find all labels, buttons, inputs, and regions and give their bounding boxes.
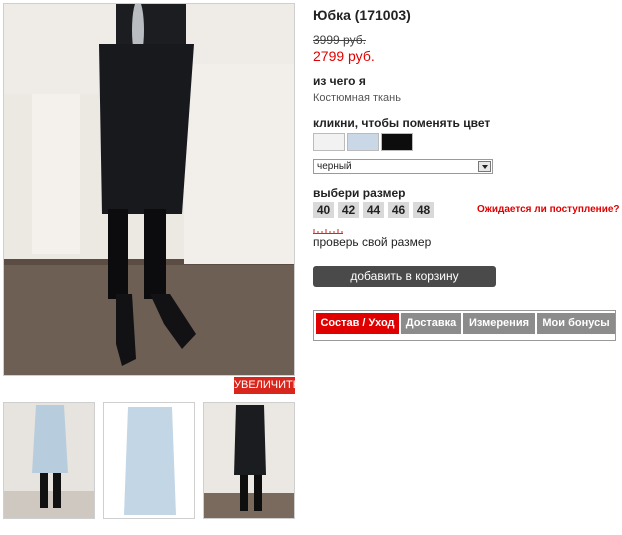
product-title: Юбка (171003) — [313, 7, 411, 23]
size-option-48[interactable]: 48 — [413, 202, 434, 218]
thumbnail-1-image — [4, 403, 94, 518]
ruler-icon — [313, 229, 343, 234]
main-photo-image — [4, 4, 294, 375]
new-price: 2799 руб. — [313, 48, 375, 64]
thumbnail-1[interactable] — [3, 402, 95, 519]
thumbnail-3[interactable] — [203, 402, 295, 519]
tab-delivery[interactable]: Доставка — [401, 313, 461, 334]
zoom-button[interactable]: УВЕЛИЧИТЬ — [234, 377, 300, 394]
size-option-46[interactable]: 46 — [388, 202, 409, 218]
size-option-44[interactable]: 44 — [363, 202, 384, 218]
material-value: Костюмная ткань — [313, 92, 401, 104]
check-size-link[interactable]: проверь свой размер — [313, 235, 431, 249]
color-select[interactable]: черный — [313, 159, 493, 174]
color-swatch-white[interactable] — [313, 133, 345, 151]
color-swatch-black[interactable] — [381, 133, 413, 151]
color-select-value: черный — [317, 161, 352, 172]
info-tabs: Состав / Уход Доставка Измерения Мои бон… — [313, 310, 616, 341]
color-heading: кликни, чтобы поменять цвет — [313, 116, 491, 130]
color-swatch-light-blue[interactable] — [347, 133, 379, 151]
add-to-cart-button[interactable]: добавить в корзину — [313, 266, 496, 287]
size-heading: выбери размер — [313, 186, 406, 200]
tab-measurements[interactable]: Измерения — [463, 313, 535, 334]
thumbnail-2-image — [104, 403, 194, 518]
await-availability-link[interactable]: Ожидается ли поступление? — [477, 204, 620, 215]
tab-composition-care[interactable]: Состав / Уход — [316, 313, 399, 334]
material-heading: из чего я — [313, 74, 366, 88]
thumbnail-2[interactable] — [103, 402, 195, 519]
size-option-42[interactable]: 42 — [338, 202, 359, 218]
tab-my-bonuses[interactable]: Мои бонусы — [537, 313, 615, 334]
old-price: 3999 руб. — [313, 33, 366, 47]
chevron-down-icon[interactable] — [478, 161, 491, 172]
main-product-photo[interactable] — [3, 3, 295, 376]
thumbnail-3-image — [204, 403, 294, 518]
size-option-40[interactable]: 40 — [313, 202, 334, 218]
